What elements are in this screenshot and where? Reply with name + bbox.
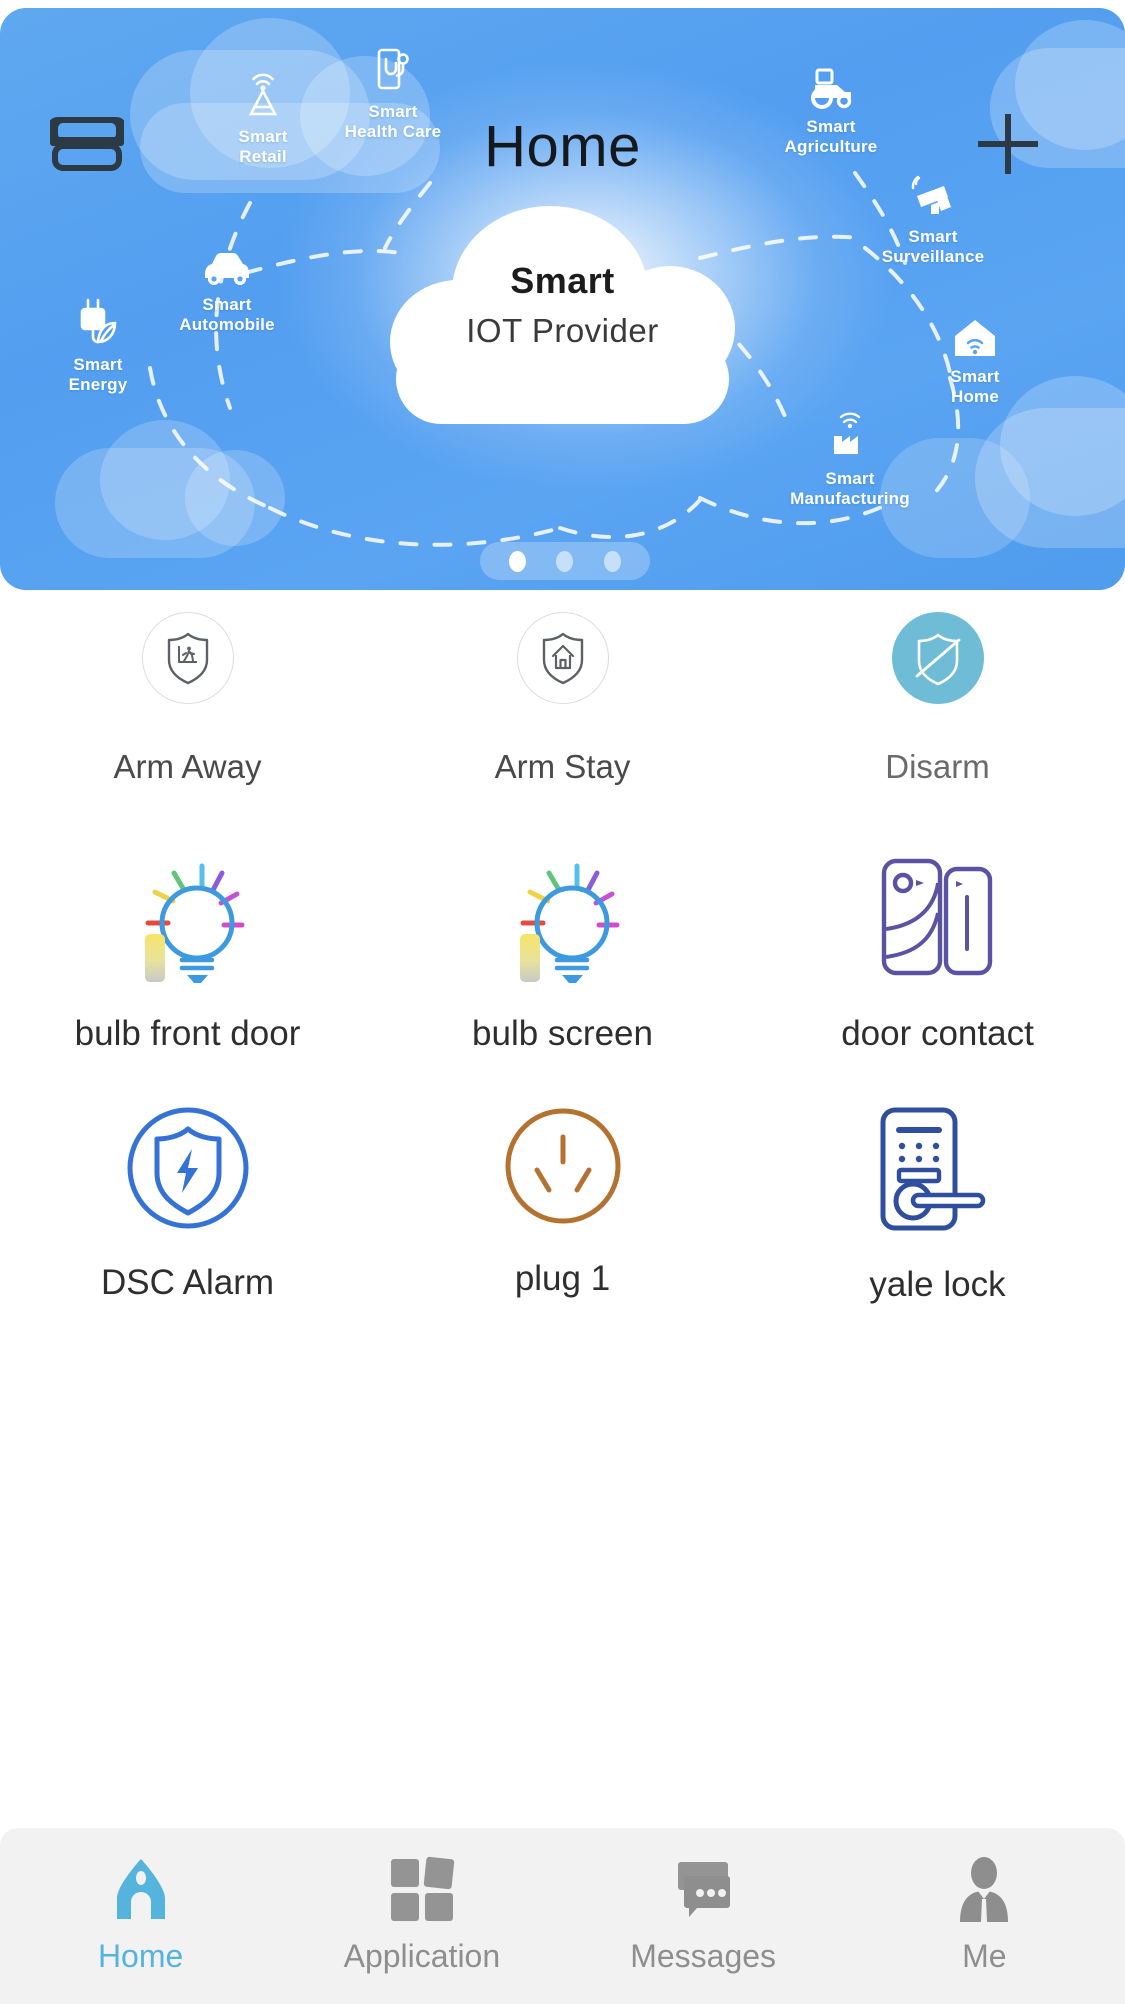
- shield-house-icon: [516, 612, 609, 704]
- device-label: plug 1: [514, 1259, 611, 1298]
- security-mode-row: Arm Away Arm Stay Disarm: [0, 590, 1125, 786]
- tab-label: Home: [97, 1938, 184, 1974]
- keypad-door-lock-icon: [880, 1107, 985, 1231]
- device-bulb-screen[interactable]: bulb screen: [375, 848, 750, 1054]
- shield-slash-icon: [891, 612, 984, 704]
- banner-category-smart-home: Smart Home: [900, 308, 1050, 407]
- device-plug-1[interactable]: plug 1: [375, 1104, 750, 1305]
- banner-category-smart-automobile: Smart Automobile: [152, 236, 302, 335]
- factory-wifi-icon: [775, 410, 925, 464]
- promo-banner[interactable]: Home Smart IOT Provider Smart Retail Sma…: [0, 8, 1125, 590]
- tab-label: Me: [962, 1938, 1007, 1974]
- health-phone-stethoscope-icon: [318, 43, 468, 97]
- light-bulb-icon: [144, 863, 244, 983]
- grid-squares-icon: [387, 1850, 457, 1930]
- shield-bolt-circle-icon: [127, 1107, 248, 1229]
- tab-application[interactable]: Application: [281, 1850, 562, 1975]
- banner-category-smart-retail: Smart Retail: [188, 68, 338, 167]
- hero-title: Smart: [510, 260, 615, 301]
- app-root: Home Smart IOT Provider Smart Retail Sma…: [0, 0, 1125, 2004]
- banner-category-label: Smart Health Care: [344, 102, 442, 141]
- security-mode-arm-stay[interactable]: Arm Stay: [375, 612, 750, 786]
- banner-category-smart-energy: Smart Energy: [23, 296, 173, 395]
- banner-category-smart-manufacturing: Smart Manufacturing: [775, 410, 925, 509]
- tab-label: Application: [343, 1938, 501, 1974]
- security-mode-disarm[interactable]: Disarm: [750, 612, 1125, 786]
- chat-bubbles-icon: [667, 1850, 739, 1930]
- device-label: yale lock: [869, 1265, 1006, 1304]
- banner-category-label: Smart Manufacturing: [790, 469, 910, 508]
- device-dsc-alarm[interactable]: DSC Alarm: [0, 1104, 375, 1305]
- security-mode-arm-away[interactable]: Arm Away: [0, 612, 375, 786]
- device-row-2: DSC Alarm plug 1 yale lock: [0, 1054, 1125, 1305]
- device-label: bulb front door: [74, 1014, 301, 1053]
- device-label: DSC Alarm: [100, 1263, 275, 1302]
- banner-category-label: Smart Home: [950, 367, 1000, 406]
- hero-cloud-logo: Smart IOT Provider: [390, 206, 735, 424]
- carousel-dot-2[interactable]: [556, 550, 574, 572]
- hero-subtitle: IOT Provider: [466, 312, 659, 349]
- tractor-icon: [756, 58, 906, 112]
- device-label: door contact: [841, 1014, 1034, 1053]
- device-label: bulb screen: [472, 1014, 653, 1053]
- plug-leaf-icon: [23, 296, 173, 350]
- security-mode-label: Arm Stay: [494, 748, 631, 785]
- device-row-1: bulb front door bulb screen door contact: [0, 786, 1125, 1054]
- person-avatar-icon: [949, 1850, 1019, 1930]
- banner-category-label: Smart Agriculture: [784, 117, 878, 156]
- security-mode-label: Arm Away: [113, 748, 262, 785]
- house-wifi-icon: [900, 308, 1050, 362]
- tab-home[interactable]: Home: [0, 1850, 281, 1975]
- main-content: Arm Away Arm Stay Disarm bulb front door…: [0, 590, 1125, 2004]
- banner-category-label: Smart Surveillance: [881, 227, 985, 266]
- banner-category-smart-health-care: Smart Health Care: [318, 43, 468, 142]
- cctv-camera-icon: [858, 168, 1008, 222]
- shield-walking-person-icon: [141, 612, 234, 704]
- tab-label: Messages: [630, 1938, 777, 1974]
- tab-me[interactable]: Me: [844, 1850, 1125, 1975]
- banner-category-label: Smart Automobile: [179, 295, 275, 334]
- tab-messages[interactable]: Messages: [563, 1850, 844, 1975]
- banner-category-label: Smart Retail: [238, 127, 288, 166]
- house-icon: [103, 1850, 179, 1930]
- bottom-tab-bar: Home Application Messages Me: [0, 1828, 1125, 2004]
- retail-antenna-icon: [188, 68, 338, 122]
- device-bulb-front-door[interactable]: bulb front door: [0, 848, 375, 1054]
- carousel-dot-3[interactable]: [603, 550, 621, 572]
- door-contact-sensor-icon: [881, 858, 992, 976]
- device-yale-lock[interactable]: yale lock: [750, 1104, 1125, 1305]
- light-bulb-icon: [519, 863, 619, 983]
- security-mode-label: Disarm: [885, 748, 990, 785]
- carousel-pagination[interactable]: [480, 542, 650, 580]
- power-socket-icon: [505, 1108, 620, 1224]
- carousel-dot-1[interactable]: [509, 550, 527, 572]
- car-icon: [152, 236, 302, 290]
- banner-category-label: Smart Energy: [68, 355, 128, 394]
- device-door-contact[interactable]: door contact: [750, 848, 1125, 1054]
- banner-category-smart-agriculture: Smart Agriculture: [756, 58, 906, 157]
- banner-category-smart-surveillance: Smart Surveillance: [858, 168, 1008, 267]
